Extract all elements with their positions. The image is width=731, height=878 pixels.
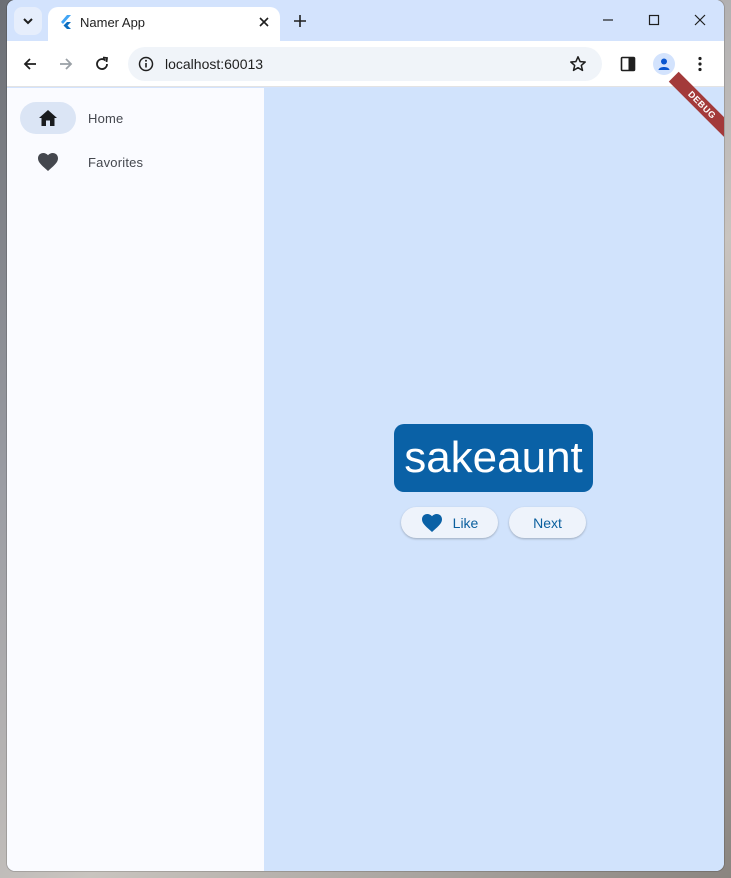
- maximize-icon: [648, 14, 660, 26]
- close-window-button[interactable]: [687, 8, 713, 32]
- arrow-right-icon: [60, 58, 73, 70]
- close-icon: [259, 17, 269, 27]
- close-icon: [694, 14, 706, 26]
- reload-icon: [96, 56, 109, 70]
- url-text: localhost:60013: [165, 56, 264, 72]
- nav-indicator-favorites: [20, 146, 76, 178]
- arrow-left-icon: [23, 58, 36, 70]
- app-content: Home Favorites DEBUG sakeaunt Like Next: [7, 71, 724, 871]
- tab-namer-app[interactable]: Namer App: [48, 7, 280, 41]
- maximize-button[interactable]: [641, 8, 667, 32]
- info-icon: [138, 56, 154, 72]
- bookmark-button[interactable]: [566, 52, 590, 76]
- person-icon: [658, 58, 670, 70]
- forward-button[interactable]: [52, 50, 80, 78]
- navigation-rail: Home Favorites: [7, 88, 264, 871]
- plus-icon: [294, 15, 306, 27]
- generator-page: DEBUG sakeaunt Like Next: [264, 71, 724, 871]
- more-vert-icon: [698, 56, 702, 72]
- nav-item-favorites[interactable]: Favorites: [20, 146, 250, 178]
- side-panel-icon: [620, 56, 636, 72]
- nav-indicator-home: [20, 102, 76, 134]
- browser-toolbar: localhost:60013: [7, 41, 724, 87]
- next-button-label: Next: [533, 514, 562, 531]
- heart-icon: [421, 513, 443, 533]
- like-button-label: Like: [452, 514, 479, 531]
- reload-button[interactable]: [88, 50, 116, 78]
- home-icon: [39, 110, 57, 126]
- nav-item-home[interactable]: Home: [20, 102, 250, 134]
- nav-label-favorites: Favorites: [88, 155, 144, 170]
- nav-label-home: Home: [88, 111, 124, 126]
- profile-avatar[interactable]: [653, 53, 675, 75]
- word-pair-card: sakeaunt: [394, 424, 593, 492]
- tab-close-button[interactable]: [254, 12, 274, 32]
- word-pair-text: sakeaunt: [404, 433, 583, 482]
- site-info-button[interactable]: [134, 52, 158, 76]
- new-tab-button[interactable]: [289, 10, 311, 32]
- tab-search-button[interactable]: [14, 7, 42, 35]
- menu-button[interactable]: [686, 50, 714, 78]
- flutter-icon: [61, 15, 71, 29]
- star-icon: [570, 56, 586, 72]
- chevron-down-icon: [23, 18, 33, 25]
- browser-window: Namer App localhost:60013 Home Favorites…: [7, 0, 724, 871]
- heart-icon: [38, 153, 58, 171]
- side-panel-button[interactable]: [614, 50, 642, 78]
- back-button[interactable]: [16, 50, 44, 78]
- minimize-button[interactable]: [595, 8, 621, 32]
- address-bar[interactable]: localhost:60013: [128, 47, 602, 81]
- like-button[interactable]: Like: [401, 507, 498, 538]
- tab-strip: Namer App: [7, 0, 724, 41]
- tab-title: Namer App: [80, 15, 146, 30]
- minimize-icon: [603, 19, 613, 21]
- next-button[interactable]: Next: [509, 507, 586, 538]
